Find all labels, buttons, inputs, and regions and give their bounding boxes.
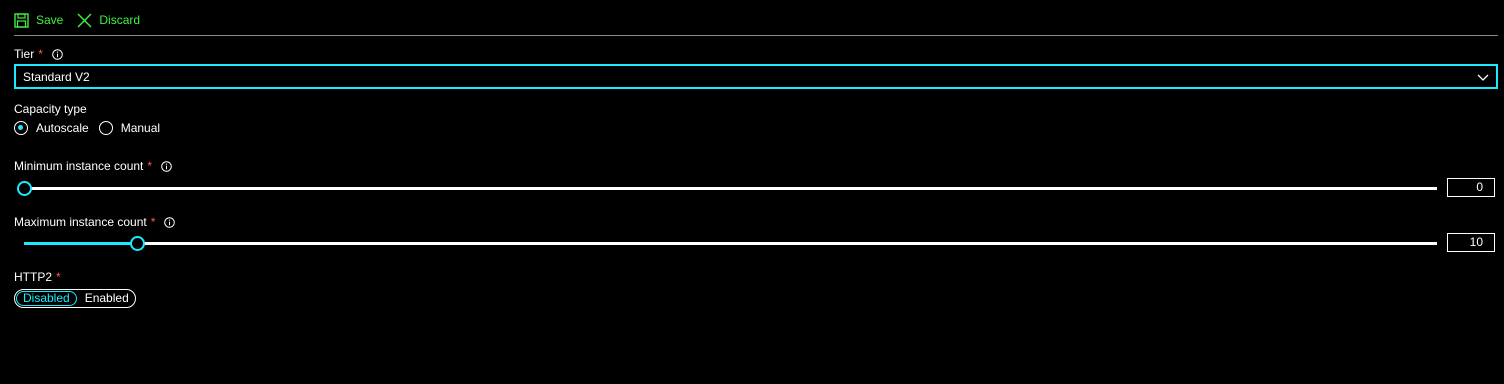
slider-thumb[interactable] — [130, 236, 145, 251]
slider-track — [24, 187, 1437, 190]
required-mark: * — [147, 159, 153, 173]
radio-manual[interactable]: Manual — [98, 121, 161, 135]
toolbar-divider — [14, 35, 1498, 36]
max-instance-label-text: Maximum instance count — [14, 215, 147, 229]
tier-label: Tier * — [14, 46, 63, 62]
tier-dropdown-value: Standard V2 — [23, 69, 90, 84]
http2-label-text: HTTP2 — [14, 270, 53, 284]
http2-toggle[interactable]: Disabled Enabled — [14, 289, 136, 308]
app-gateway-configuration-panel: Save Discard Tier * Standard V2 Capacity… — [0, 0, 1504, 384]
http2-option-enabled[interactable]: Enabled — [79, 291, 135, 306]
radio-autoscale[interactable]: Autoscale — [14, 121, 89, 135]
tier-label-text: Tier — [14, 47, 35, 61]
radio-manual-label: Manual — [120, 121, 161, 135]
http2-label: HTTP2 * — [14, 269, 61, 285]
capacity-type-label-text: Capacity type — [14, 102, 87, 116]
info-icon[interactable] — [161, 160, 172, 172]
save-icon — [14, 12, 29, 28]
save-button[interactable]: Save — [14, 12, 64, 28]
max-instance-input[interactable]: 10 — [1447, 233, 1495, 252]
min-instance-label-text: Minimum instance count — [14, 159, 144, 173]
min-instance-slider[interactable] — [17, 180, 1437, 196]
discard-button[interactable]: Discard — [77, 13, 140, 28]
close-icon — [77, 13, 92, 28]
chevron-down-icon — [1477, 71, 1489, 85]
max-instance-label: Maximum instance count * — [14, 214, 176, 230]
required-mark: * — [38, 47, 43, 61]
min-instance-label: Minimum instance count * — [14, 158, 172, 174]
capacity-type-label: Capacity type — [14, 101, 87, 117]
slider-fill — [24, 242, 137, 245]
required-mark: * — [56, 270, 61, 284]
info-icon[interactable] — [164, 216, 176, 228]
tier-dropdown[interactable]: Standard V2 — [14, 64, 1498, 89]
radio-manual-indicator — [98, 121, 113, 135]
info-icon[interactable] — [52, 48, 63, 60]
radio-autoscale-label: Autoscale — [36, 121, 89, 135]
max-instance-slider[interactable] — [24, 235, 1437, 251]
save-label: Save — [36, 13, 64, 27]
required-mark: * — [150, 215, 156, 229]
slider-thumb[interactable] — [17, 181, 32, 196]
slider-track — [24, 242, 1437, 245]
http2-option-disabled[interactable]: Disabled — [16, 291, 77, 306]
min-instance-input[interactable]: 0 — [1447, 178, 1495, 197]
capacity-type-radio-group: Autoscale Manual — [14, 119, 170, 137]
discard-label: Discard — [99, 13, 141, 27]
command-bar: Save Discard — [14, 8, 154, 32]
radio-autoscale-indicator — [14, 121, 28, 135]
